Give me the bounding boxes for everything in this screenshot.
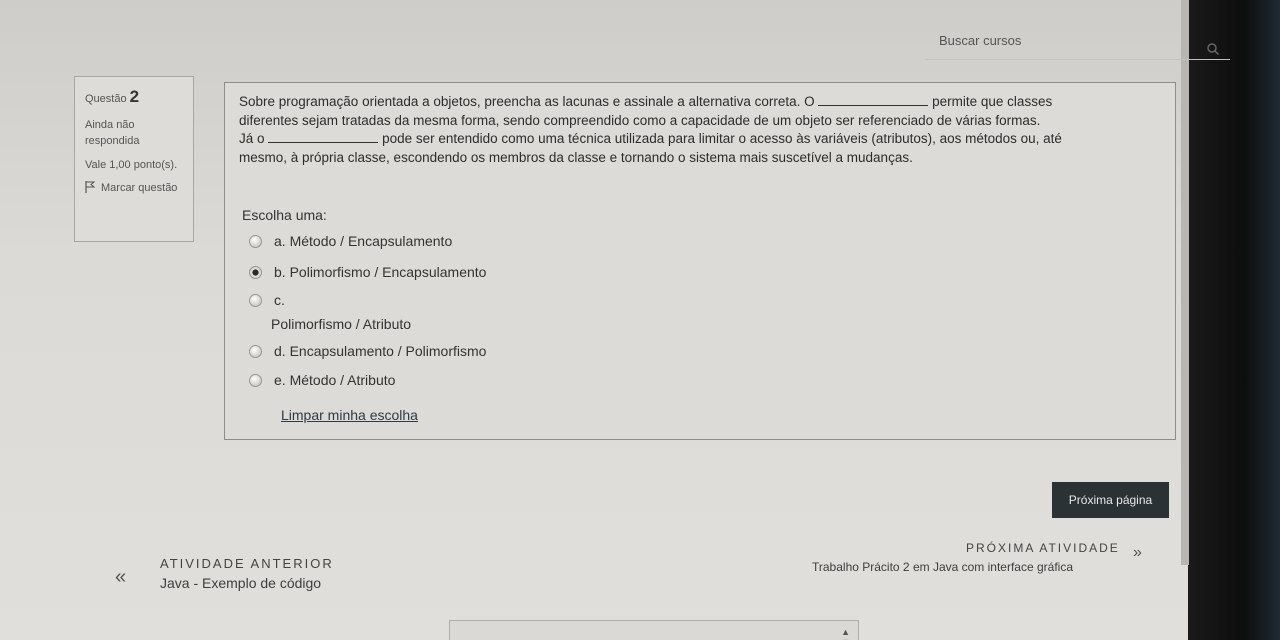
blank-2 xyxy=(268,131,379,143)
monitor-bezel xyxy=(1188,0,1280,640)
question-content: Sobre programação orientada a objetos, p… xyxy=(224,82,1176,440)
option-c-text: Polimorfismo / Atributo xyxy=(271,316,412,332)
jump-to-select[interactable]: ▲▼ xyxy=(449,620,859,640)
flag-icon xyxy=(85,181,95,194)
question-number: Questão 2 xyxy=(85,87,140,106)
next-arrow-icon[interactable]: » xyxy=(1133,544,1142,562)
question-grade: Vale 1,00 ponto(s). xyxy=(85,158,178,171)
option-c[interactable]: c. xyxy=(249,292,285,308)
option-e[interactable]: e. Método / Atributo xyxy=(249,372,395,388)
search-placeholder: Buscar cursos xyxy=(939,33,1022,48)
previous-arrow-icon[interactable]: « xyxy=(115,566,126,589)
option-c-radio[interactable] xyxy=(249,293,262,307)
next-activity-label[interactable]: PRÓXIMA ATIVIDADE xyxy=(966,541,1120,555)
question-status: Ainda não respondida xyxy=(85,118,140,147)
option-e-radio[interactable] xyxy=(249,373,262,387)
option-b[interactable]: b. Polimorfismo / Encapsulamento xyxy=(249,264,486,280)
page-scrollbar[interactable] xyxy=(1181,0,1189,565)
question-text: Sobre programação orientada a objetos, p… xyxy=(239,94,1062,165)
option-b-radio[interactable] xyxy=(249,265,262,279)
option-a[interactable]: a. Método / Encapsulamento xyxy=(249,233,452,249)
previous-activity-link[interactable]: Java - Exemplo de código xyxy=(160,575,321,591)
next-page-button[interactable]: Próxima página xyxy=(1052,482,1169,518)
blank-1 xyxy=(818,94,929,106)
search-icon[interactable] xyxy=(1206,42,1220,56)
select-caret-icon: ▲▼ xyxy=(841,627,850,640)
clear-choice-link[interactable]: Limpar minha escolha xyxy=(281,407,418,423)
flag-label: Marcar questão xyxy=(101,182,178,195)
choose-label: Escolha uma: xyxy=(242,207,327,223)
search-courses-field[interactable]: Buscar cursos xyxy=(925,22,1230,60)
option-d-radio[interactable] xyxy=(249,344,262,358)
question-info-panel: Questão 2 Ainda não respondida Vale 1,00… xyxy=(74,76,194,242)
option-a-radio[interactable] xyxy=(249,234,262,248)
previous-activity-label[interactable]: ATIVIDADE ANTERIOR xyxy=(160,556,334,571)
option-d[interactable]: d. Encapsulamento / Polimorfismo xyxy=(249,343,486,359)
flag-question-toggle[interactable]: Marcar questão xyxy=(85,181,183,197)
next-activity-link[interactable]: Trabalho Prácito 2 em Java com interface… xyxy=(812,560,1073,574)
